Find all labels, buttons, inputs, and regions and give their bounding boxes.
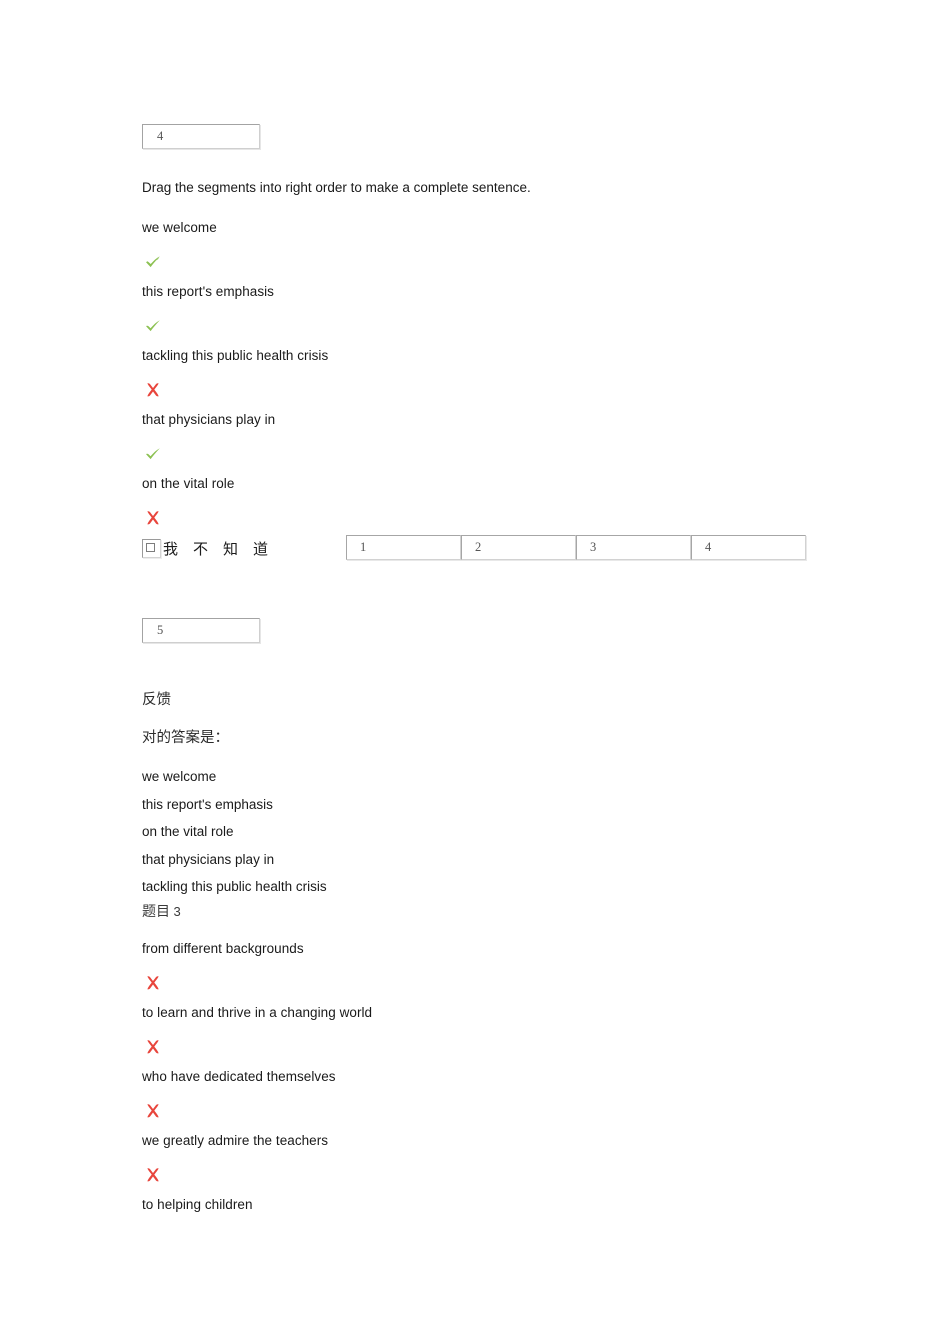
cross-icon [144,974,162,992]
dropzone-1[interactable]: 1 [346,535,461,560]
dropzone-row: 1 2 3 4 [346,535,806,560]
segment-text[interactable]: to helping children [142,1196,253,1213]
question-4-number-value[interactable]: 4 [142,124,260,149]
feedback-heading: 反馈 [142,692,171,708]
cross-icon [144,1102,162,1120]
question-4-prompt: Drag the segments into right order to ma… [142,180,531,195]
segment-text[interactable]: this report's emphasis [142,283,274,300]
question-5-number-value[interactable]: 5 [142,618,260,643]
segment-text[interactable]: we welcome [142,219,217,236]
cross-icon [144,509,162,527]
cross-icon [144,1038,162,1056]
question-5-number-field[interactable]: 5 [142,618,260,643]
correct-answer-line: tackling this public health crisis [142,879,327,894]
dropzone-3[interactable]: 3 [576,535,691,560]
segment-text[interactable]: tackling this public health crisis [142,347,328,364]
segment-text[interactable]: from different backgrounds [142,940,304,957]
quiz-review-page: { "colors": { "correct": "#8CC152", "inc… [0,0,950,1344]
question-3-heading-number: 3 [173,904,181,919]
correct-answer-line: this report's emphasis [142,796,273,812]
cross-icon [144,381,162,399]
segment-text[interactable]: who have dedicated themselves [142,1068,336,1085]
cross-icon [144,1166,162,1184]
question-3-heading: 题目 3 [142,899,181,926]
dropzone-4[interactable]: 4 [691,535,806,560]
check-icon [144,317,162,335]
question-4-number-field[interactable]: 4 [142,124,260,149]
segment-text[interactable]: to learn and thrive in a changing world [142,1004,372,1021]
question-3-heading-prefix: 题目 [142,905,170,920]
correct-answer-line: we welcome [142,769,217,784]
segment-text[interactable]: that physicians play in [142,411,275,428]
correct-answer-line: that physicians play in [142,851,275,867]
correct-answer-label: 对的答案是： [142,730,229,746]
correct-answer-list: we welcome this report's emphasis on the… [142,763,327,901]
dont-know-label: 我不知道 [163,542,284,558]
dont-know-checkbox[interactable] [142,539,161,558]
correct-answer-line: on the vital role [142,824,234,839]
dropzone-2[interactable]: 2 [461,535,576,560]
check-icon [144,445,162,463]
segment-text[interactable]: on the vital role [142,475,234,492]
check-icon [144,253,162,271]
segment-text[interactable]: we greatly admire the teachers [142,1132,328,1149]
dont-know-row[interactable]: 我不知道 [142,538,283,559]
